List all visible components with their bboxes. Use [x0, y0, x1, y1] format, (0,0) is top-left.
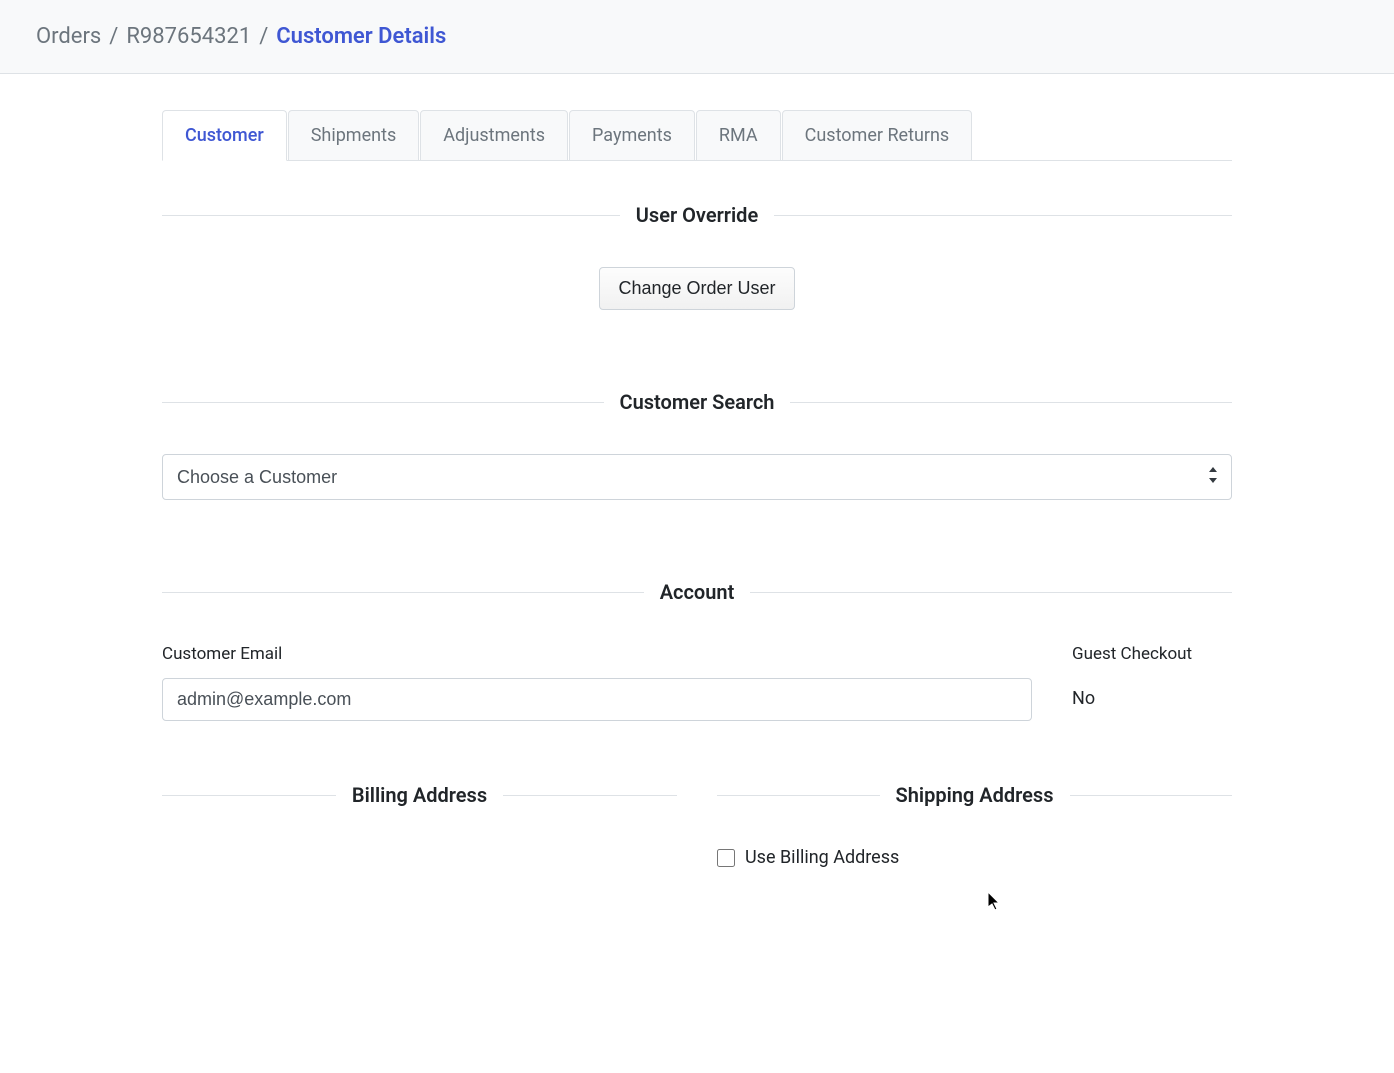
use-billing-address-checkbox[interactable]	[717, 849, 735, 867]
legend-text-account: Account	[660, 580, 735, 604]
tab-rma[interactable]: RMA	[696, 110, 781, 161]
legend-line	[162, 592, 644, 593]
breadcrumb-separator: /	[259, 24, 268, 49]
tab-payments[interactable]: Payments	[569, 110, 695, 161]
address-columns: Billing Address Shipping Address Use Bil…	[162, 783, 1232, 868]
breadcrumb-orders[interactable]: Orders	[36, 24, 101, 49]
nav-tabs: Customer Shipments Adjustments Payments …	[162, 110, 1232, 161]
section-account: Account Customer Email Guest Checkout No	[162, 580, 1232, 721]
legend-account: Account	[162, 580, 1232, 604]
breadcrumb-current: Customer Details	[276, 24, 446, 49]
customer-email-group: Customer Email	[162, 644, 1032, 721]
main-container: Customer Shipments Adjustments Payments …	[162, 74, 1232, 908]
section-user-override: User Override Change Order User	[162, 203, 1232, 310]
legend-billing: Billing Address	[162, 783, 677, 807]
legend-line	[774, 215, 1232, 216]
section-customer-search: Customer Search Choose a Customer	[162, 390, 1232, 500]
legend-line	[717, 795, 880, 796]
section-shipping-address: Shipping Address Use Billing Address	[717, 783, 1232, 868]
guest-checkout-value: No	[1072, 678, 1232, 709]
legend-line	[162, 795, 336, 796]
legend-text-customer-search: Customer Search	[620, 390, 775, 414]
legend-line	[1070, 795, 1233, 796]
tab-adjustments[interactable]: Adjustments	[420, 110, 568, 161]
legend-customer-search: Customer Search	[162, 390, 1232, 414]
legend-line	[790, 402, 1232, 403]
legend-line	[162, 215, 620, 216]
customer-search-select[interactable]: Choose a Customer	[162, 454, 1232, 500]
legend-line	[503, 795, 677, 796]
legend-text-billing: Billing Address	[352, 783, 487, 807]
legend-user-override: User Override	[162, 203, 1232, 227]
header-bar: Orders / R987654321 / Customer Details	[0, 0, 1394, 74]
legend-text-shipping: Shipping Address	[896, 783, 1054, 807]
legend-line	[750, 592, 1232, 593]
breadcrumb: Orders / R987654321 / Customer Details	[36, 24, 1358, 49]
legend-shipping: Shipping Address	[717, 783, 1232, 807]
breadcrumb-order-id[interactable]: R987654321	[126, 24, 251, 49]
guest-checkout-group: Guest Checkout No	[1072, 644, 1232, 721]
section-billing-address: Billing Address	[162, 783, 677, 868]
legend-text-user-override: User Override	[636, 203, 758, 227]
customer-email-label: Customer Email	[162, 644, 1032, 664]
breadcrumb-separator: /	[109, 24, 118, 49]
guest-checkout-label: Guest Checkout	[1072, 644, 1232, 664]
tab-shipments[interactable]: Shipments	[288, 110, 420, 161]
use-billing-address-label[interactable]: Use Billing Address	[745, 847, 899, 868]
change-order-user-button[interactable]: Change Order User	[599, 267, 794, 310]
legend-line	[162, 402, 604, 403]
tab-customer-returns[interactable]: Customer Returns	[782, 110, 973, 161]
customer-email-input[interactable]	[162, 678, 1032, 721]
tab-customer[interactable]: Customer	[162, 110, 287, 161]
